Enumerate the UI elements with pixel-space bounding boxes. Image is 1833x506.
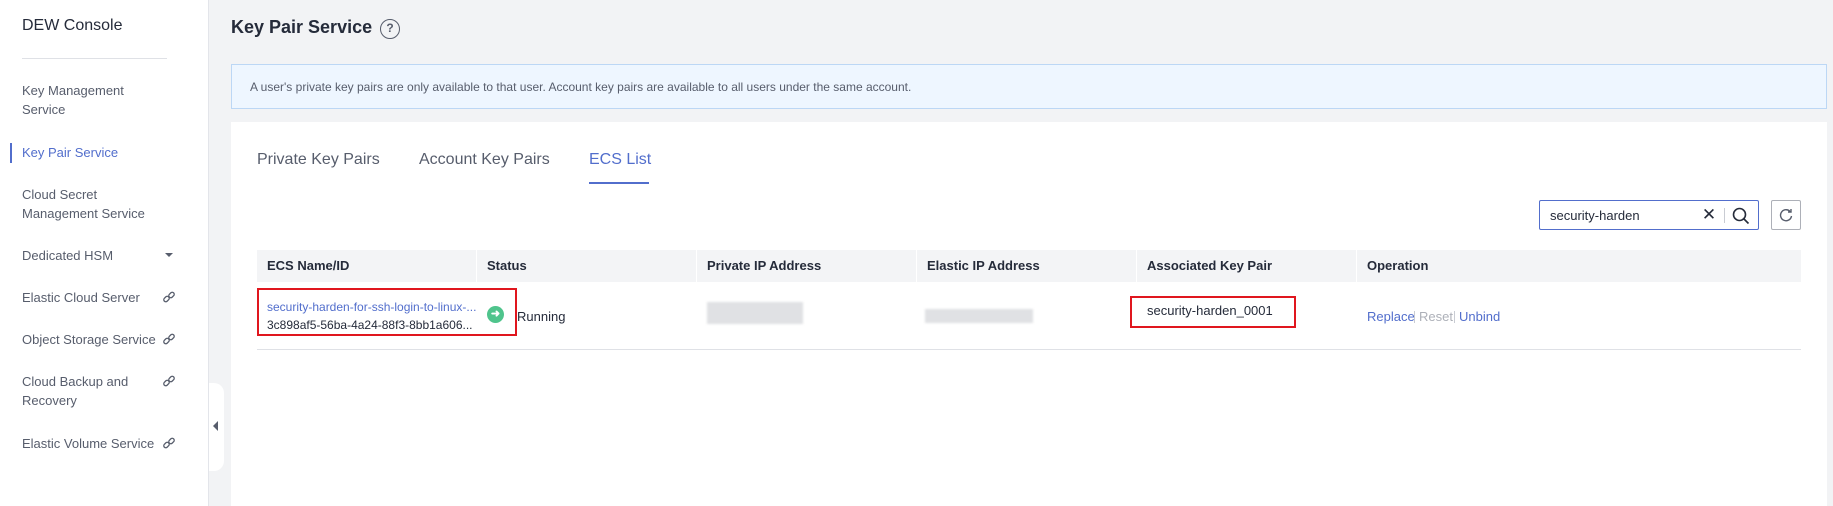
cell-status: ➜ Running [477, 282, 697, 350]
info-banner-text: A user's private key pairs are only avai… [250, 80, 912, 94]
main-panel: Private Key Pairs Account Key Pairs ECS … [231, 122, 1827, 506]
sidebar-item-dedicated-hsm[interactable]: Dedicated HSM [22, 246, 197, 265]
sidebar: DEW Console Key Management Service Key P… [0, 0, 209, 506]
status-text: Running [517, 309, 566, 324]
replace-link[interactable]: Replace [1367, 309, 1415, 324]
tab-private-key-pairs[interactable]: Private Key Pairs [257, 151, 380, 169]
tab-account-key-pairs[interactable]: Account Key Pairs [419, 151, 550, 169]
cell-elastic-ip [917, 282, 1137, 350]
column-header-associated-key-pair: Associated Key Pair [1137, 250, 1357, 282]
refresh-button[interactable] [1771, 200, 1801, 230]
table-header: ECS Name/ID Status Private IP Address El… [257, 250, 1801, 282]
sidebar-divider [22, 58, 167, 59]
column-header-operation: Operation [1367, 258, 1429, 273]
sidebar-item-label: Cloud Secret Management Service [22, 187, 145, 221]
sidebar-item-key-management-service[interactable]: Key Management Service [22, 81, 197, 119]
sidebar-item-object-storage-service[interactable]: Object Storage Service [22, 330, 197, 349]
cell-private-ip [697, 282, 917, 350]
search-input-value[interactable]: security-harden [1550, 208, 1640, 223]
active-indicator [10, 143, 12, 163]
redacted-elastic-ip [925, 309, 1033, 323]
cell-ecs-name-id: security-harden-for-ssh-login-to-linux-.… [257, 282, 517, 350]
collapse-left-icon [213, 421, 218, 431]
running-status-icon: ➜ [487, 306, 504, 323]
page-title: Key Pair Service [231, 17, 373, 37]
search-icon[interactable] [1731, 206, 1751, 226]
sidebar-item-key-pair-service[interactable]: Key Pair Service [22, 143, 197, 162]
sidebar-item-label: Cloud Backup and Recovery [22, 374, 129, 408]
redacted-private-ip [707, 302, 803, 324]
column-header-elastic-ip: Elastic IP Address [917, 250, 1137, 282]
link-icon[interactable] [161, 288, 177, 307]
sidebar-item-label: Elastic Cloud Server [22, 290, 140, 305]
help-icon[interactable]: ? [380, 19, 400, 39]
cell-operation: Replace Reset Unbind [1357, 282, 1801, 350]
info-banner: A user's private key pairs are only avai… [231, 64, 1827, 109]
sidebar-item-label: Dedicated HSM [22, 248, 114, 263]
sidebar-item-cloud-secret-management-service[interactable]: Cloud Secret Management Service [22, 185, 197, 223]
active-tab-indicator [589, 182, 649, 184]
tab-ecs-list[interactable]: ECS List [589, 151, 651, 169]
link-icon[interactable] [161, 434, 177, 453]
column-header-private-ip: Private IP Address [697, 250, 917, 282]
ecs-id: 3c898af5-56ba-4a24-88f3-8bb1a606... [267, 318, 473, 332]
search-input[interactable]: security-harden ✕ [1539, 200, 1759, 230]
clear-icon[interactable]: ✕ [1700, 206, 1718, 224]
link-icon[interactable] [161, 330, 177, 349]
sidebar-title: DEW Console [22, 17, 123, 34]
operation-separator [1454, 311, 1455, 323]
associated-key-pair-value: security-harden_0001 [1147, 303, 1273, 318]
table-row: security-harden-for-ssh-login-to-linux-.… [257, 282, 1801, 350]
column-header-ecs-name-id: ECS Name/ID [257, 250, 477, 282]
sidebar-item-label: Elastic Volume Service [22, 436, 155, 451]
operation-separator [1414, 311, 1415, 323]
cell-associated-key-pair: security-harden_0001 [1130, 282, 1357, 350]
chevron-down-icon[interactable] [161, 246, 177, 265]
unbind-link[interactable]: Unbind [1459, 309, 1500, 324]
column-header-status: Status [477, 250, 697, 282]
reset-link: Reset [1419, 309, 1453, 324]
sidebar-item-label: Key Pair Service [22, 145, 119, 160]
sidebar-item-cloud-backup-and-recovery[interactable]: Cloud Backup and Recovery [22, 372, 197, 410]
ecs-name-link[interactable]: security-harden-for-ssh-login-to-linux-.… [267, 300, 476, 314]
sidebar-item-elastic-volume-service[interactable]: Elastic Volume Service [22, 434, 197, 453]
sidebar-item-label: Object Storage Service [22, 332, 156, 347]
sidebar-collapse-handle[interactable] [209, 383, 224, 471]
sidebar-item-label: Key Management Service [22, 83, 124, 117]
refresh-icon [1778, 207, 1794, 223]
sidebar-item-elastic-cloud-server[interactable]: Elastic Cloud Server [22, 288, 197, 307]
search-separator [1724, 208, 1725, 223]
link-icon[interactable] [161, 372, 177, 391]
